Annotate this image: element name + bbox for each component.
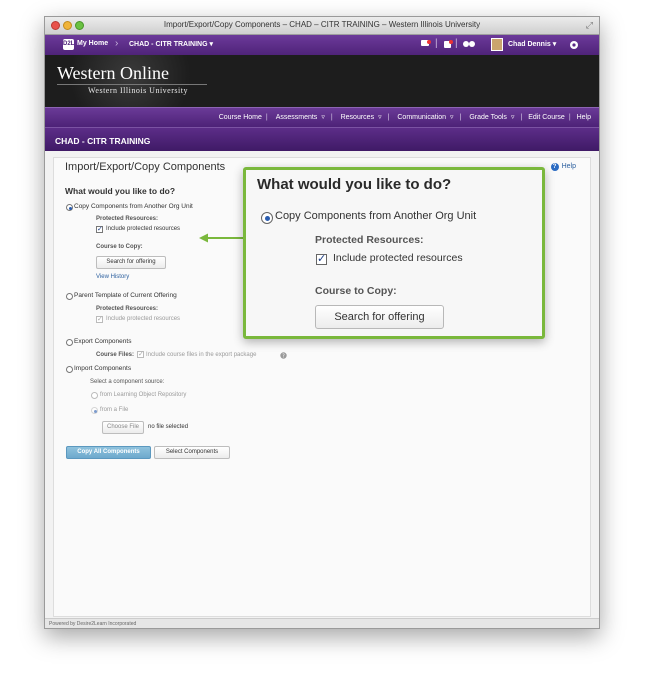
help-link[interactable]: ? Help — [550, 163, 576, 171]
nav-separator: | — [568, 114, 571, 121]
include-course-files-checkbox: ✓ — [137, 351, 144, 358]
org-unit-bar: CHAD - CITR TRAINING — [45, 127, 599, 151]
help-label: Help — [561, 163, 576, 170]
callout-copy-label: Copy Components from Another Org Unit — [275, 210, 477, 222]
callout-include-label: Include protected resources — [333, 252, 463, 264]
nav-separator: | — [265, 114, 268, 121]
user-avatar[interactable] — [491, 38, 503, 51]
course-files-label: Course Files: — [96, 352, 135, 358]
view-history-link[interactable]: View History — [96, 274, 129, 280]
nav-communication[interactable]: Communication ▿ — [395, 114, 455, 121]
callout-protected-label: Protected Resources: — [315, 234, 424, 246]
site-logo-title[interactable]: Western Online — [57, 63, 169, 84]
caret-down-icon: ▿ — [321, 114, 325, 121]
select-components-button[interactable]: Select Components — [154, 446, 230, 459]
nav-help[interactable]: Help — [577, 114, 591, 121]
nav-resources[interactable]: Resources ▿ — [339, 114, 384, 121]
export-components-label: Export Components — [74, 338, 132, 345]
from-file-label: from a File — [100, 407, 129, 413]
nav-separator: | — [520, 114, 523, 121]
callout-search-button[interactable]: Search for offering — [315, 305, 444, 329]
copy-from-org-unit-label: Copy Components from Another Org Unit — [74, 203, 193, 210]
import-components-label: Import Components — [74, 365, 132, 372]
import-components-radio[interactable] — [66, 366, 73, 373]
help-icon[interactable]: ? — [280, 352, 287, 359]
parent-template-label: Parent Template of Current Offering — [74, 292, 177, 299]
user-name: Chad Dennis — [508, 41, 551, 48]
nav-grade-tools[interactable]: Grade Tools ▿ — [467, 114, 516, 121]
org-unit-title: CHAD - CITR TRAINING — [55, 136, 151, 146]
callout-arrow-icon — [199, 233, 245, 243]
nav-course-home[interactable]: Course Home — [219, 114, 262, 121]
include-protected-checkbox-disabled: ✓ — [96, 316, 103, 323]
updates-icon[interactable] — [443, 40, 453, 49]
from-lor-label: from Learning Object Repository — [100, 392, 187, 398]
select-source-label: Select a component source: — [90, 379, 165, 385]
question-heading: What would you like to do? — [65, 186, 176, 196]
protected-resources-label: Protected Resources: — [96, 216, 159, 222]
svg-text:?: ? — [282, 354, 285, 359]
callout-heading: What would you like to do? — [257, 176, 452, 193]
page-title: Import/Export/Copy Components — [65, 161, 226, 173]
protected-resources-label: Protected Resources: — [96, 306, 159, 312]
nav-separator: | — [459, 114, 462, 121]
nav-grade-tools-label: Grade Tools — [469, 114, 507, 121]
org-unit-selector[interactable]: CHAD - CITR TRAINING ▾ — [129, 40, 213, 48]
nav-edit-course[interactable]: Edit Course — [528, 114, 565, 121]
caret-down-icon: ▿ — [510, 114, 515, 121]
fullscreen-icon[interactable]: ⤢ — [586, 20, 593, 31]
home-icon[interactable]: D2L — [63, 39, 74, 50]
caret-down-icon: ▿ — [450, 114, 454, 121]
zoom-callout: What would you like to do? Copy Componen… — [243, 167, 545, 339]
window-title: Import/Export/Copy Components – CHAD – C… — [163, 20, 481, 29]
message-alerts-icon[interactable] — [421, 40, 431, 49]
gear-icon[interactable] — [569, 40, 579, 50]
caret-down-icon: ▿ — [378, 114, 382, 121]
caret-down-icon: ▾ — [552, 41, 557, 48]
site-header: Western Online Western Illinois Universi… — [45, 55, 599, 107]
choose-file-button: Choose File — [102, 421, 144, 434]
help-icon: ? — [550, 163, 559, 171]
chevron-right-icon: › — [115, 38, 119, 49]
copy-all-components-button[interactable]: Copy All Components — [66, 446, 151, 459]
from-file-radio — [91, 407, 98, 414]
callout-include-checkbox[interactable]: ✓ — [316, 254, 327, 265]
nav-resources-label: Resources — [340, 114, 375, 121]
window-titlebar: Import/Export/Copy Components – CHAD – C… — [45, 17, 599, 35]
include-protected-checkbox[interactable]: ✓ — [96, 226, 103, 233]
from-lor-radio — [91, 392, 98, 399]
site-logo-subtitle: Western Illinois University — [88, 86, 188, 95]
nav-assessments-label: Assessments — [275, 114, 318, 121]
minibar: D2L My Home › CHAD - CITR TRAINING ▾ | |… — [45, 35, 599, 55]
caret-down-icon: ▾ — [209, 41, 214, 48]
my-home-link[interactable]: My Home — [77, 40, 108, 47]
subscriptions-icon[interactable] — [463, 40, 475, 49]
nav-separator: | — [387, 114, 390, 121]
include-course-files-label: Include course files in the export packa… — [146, 352, 257, 358]
export-components-radio[interactable] — [66, 339, 73, 346]
callout-copy-radio[interactable] — [261, 212, 273, 224]
minibar-separator: | — [455, 38, 458, 49]
include-protected-label: Include protected resources — [106, 316, 181, 322]
include-protected-label: Include protected resources — [106, 226, 181, 232]
minibar-separator: | — [435, 38, 438, 49]
nav-communication-label: Communication — [397, 114, 447, 121]
course-to-copy-label: Course to Copy: — [96, 244, 143, 250]
user-menu[interactable]: Chad Dennis ▾ — [508, 40, 556, 48]
page-footer: Powered by Desire2Learn Incorporated — [45, 618, 599, 628]
callout-course-to-copy-label: Course to Copy: — [315, 285, 397, 297]
nav-assessments[interactable]: Assessments ▿ — [274, 114, 327, 121]
org-unit-label: CHAD - CITR TRAINING — [129, 41, 208, 48]
course-navbar: Course Home | Assessments ▿ | Resources ▿ | C… — [45, 107, 599, 127]
file-status: no file selected — [148, 424, 189, 430]
copy-from-org-unit-radio[interactable] — [66, 204, 73, 211]
nav-separator: | — [330, 114, 333, 121]
search-for-offering-button[interactable]: Search for offering — [96, 256, 166, 269]
logo-divider — [57, 84, 207, 85]
parent-template-radio[interactable] — [66, 293, 73, 300]
